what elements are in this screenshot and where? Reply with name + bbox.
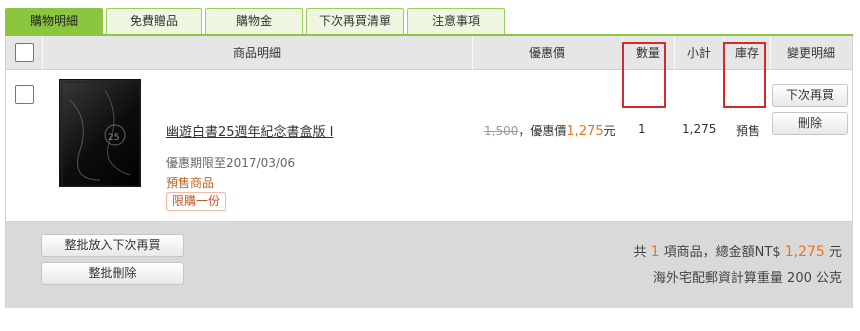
tab-notes[interactable]: 注意事項	[407, 8, 505, 35]
tab-buy-later-list[interactable]: 下次再買清單	[306, 8, 404, 35]
batch-delete-button[interactable]: 整批刪除	[41, 262, 184, 285]
header-subtotal: 小計	[686, 46, 711, 60]
summary-middle: 項商品，總金額NT$	[663, 245, 781, 260]
shipping-weight-note: 海外宅配郵資計算重量 200 公克	[652, 271, 842, 286]
original-price: 1,500	[484, 124, 519, 138]
header-change: 變更明細	[786, 46, 835, 60]
presale-label: 預售商品	[166, 176, 215, 190]
sale-unit: 元	[603, 124, 616, 138]
qty-highlight-box	[622, 42, 666, 108]
select-all-checkbox[interactable]	[15, 43, 34, 62]
delete-button[interactable]: 刪除	[772, 112, 848, 135]
tab-shopping-credit[interactable]: 購物金	[205, 8, 303, 35]
header-price: 優惠價	[528, 46, 565, 60]
tab-bar: 購物明細 免費贈品 購物金 下次再買清單 注意事項	[5, 8, 508, 35]
header-product: 商品明細	[232, 46, 281, 60]
stock-highlight-box	[723, 42, 766, 108]
product-title-link[interactable]: 幽遊白書25週年紀念書盒版 I	[166, 121, 334, 140]
product-cover-art: 25	[61, 81, 141, 187]
purchase-limit-badge: 限購一份	[166, 192, 227, 211]
summary-prefix: 共	[633, 245, 647, 260]
order-summary: 共 1 項商品，總金額NT$ 1,275 元	[633, 241, 842, 260]
item-checkbox[interactable]	[15, 85, 34, 104]
item-count: 1	[650, 244, 660, 260]
quantity-value: 1	[638, 122, 646, 136]
sale-prefix: ，優惠價	[518, 124, 567, 138]
buy-later-button[interactable]: 下次再買	[772, 84, 848, 107]
total-amount: 1,275	[784, 244, 825, 260]
svg-text:25: 25	[108, 133, 119, 143]
promo-expiry: 優惠期限至2017/03/06	[166, 156, 296, 170]
stock-status: 預售	[736, 124, 761, 138]
price-cell: 1,500，優惠價1,275元	[484, 122, 616, 139]
subtotal-value: 1,275	[682, 122, 717, 136]
batch-buy-later-button[interactable]: 整批放入下次再買	[41, 234, 184, 257]
tab-free-gift[interactable]: 免費贈品	[106, 8, 202, 35]
sale-price: 1,275	[566, 124, 604, 139]
tab-shopping-detail[interactable]: 購物明細	[5, 8, 103, 35]
summary-unit: 元	[828, 245, 842, 260]
product-image[interactable]: 25	[59, 79, 141, 187]
cart-footer: 整批放入下次再買 整批刪除 共 1 項商品，總金額NT$ 1,275 元 海外宅…	[6, 222, 852, 308]
